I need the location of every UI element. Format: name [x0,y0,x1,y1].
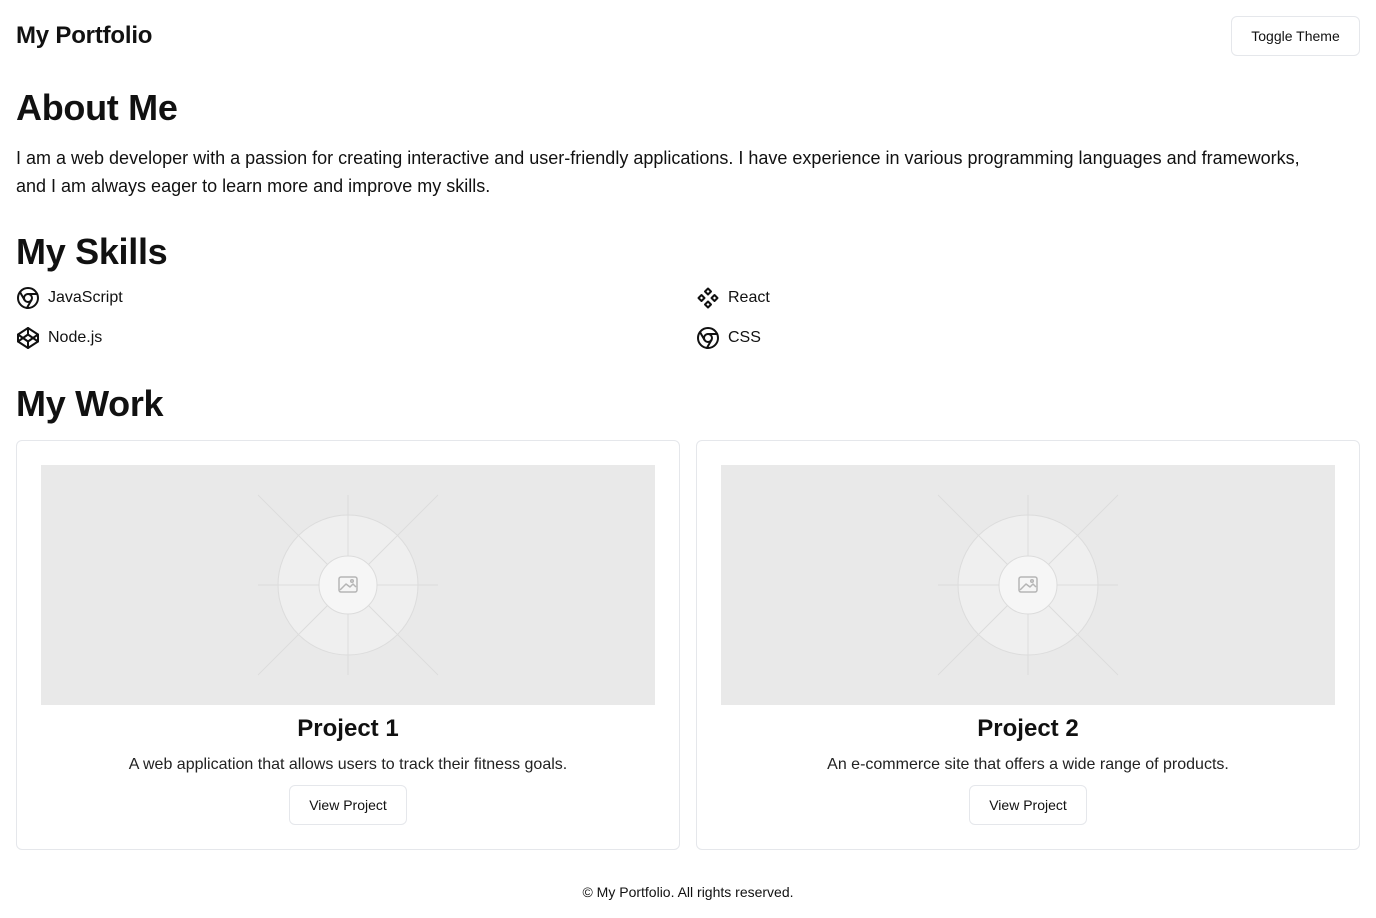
site-title: My Portfolio [16,22,153,49]
skill-label: JavaScript [48,289,123,306]
toggle-theme-button[interactable]: Toggle Theme [1231,16,1360,56]
about-text: I am a web developer with a passion for … [16,148,1300,196]
site-footer: © My Portfolio. All rights reserved. [582,884,794,900]
diamond-cluster-icon [696,286,720,310]
skill-label: CSS [728,329,761,346]
view-project-button[interactable]: View Project [969,785,1087,825]
project-image [721,465,1335,705]
skill-item-css: CSS [696,326,1360,350]
skill-item-javascript: JavaScript [16,286,696,310]
codepen-icon [16,326,40,350]
chrome-icon [696,326,720,350]
project-description: A web application that allows users to t… [128,756,568,773]
site-header: My Portfolio Toggle Theme [16,16,1360,56]
skill-item-nodejs: Node.js [16,326,696,350]
work-title: My Work [16,383,164,424]
chrome-icon [16,286,40,310]
project-title: Project 2 [977,715,1079,742]
project-card: Project 1 A web application that allows … [16,440,680,850]
project-title: Project 1 [297,715,399,742]
view-project-button[interactable]: View Project [289,785,407,825]
about-title: About Me [16,87,178,128]
skills-title: My Skills [16,231,168,272]
skill-label: React [728,289,770,306]
project-image [41,465,655,705]
project-description: An e-commerce site that offers a wide ra… [827,756,1229,773]
projects-grid: Project 1 A web application that allows … [16,440,1360,850]
skill-label: Node.js [48,329,103,346]
project-card: Project 2 An e-commerce site that offers… [696,440,1360,850]
portfolio-page: My Portfolio Toggle Theme About Me I am … [0,0,1376,918]
skill-item-react: React [696,286,1360,310]
skills-list: JavaScript React Node.js CSS [16,286,1360,350]
